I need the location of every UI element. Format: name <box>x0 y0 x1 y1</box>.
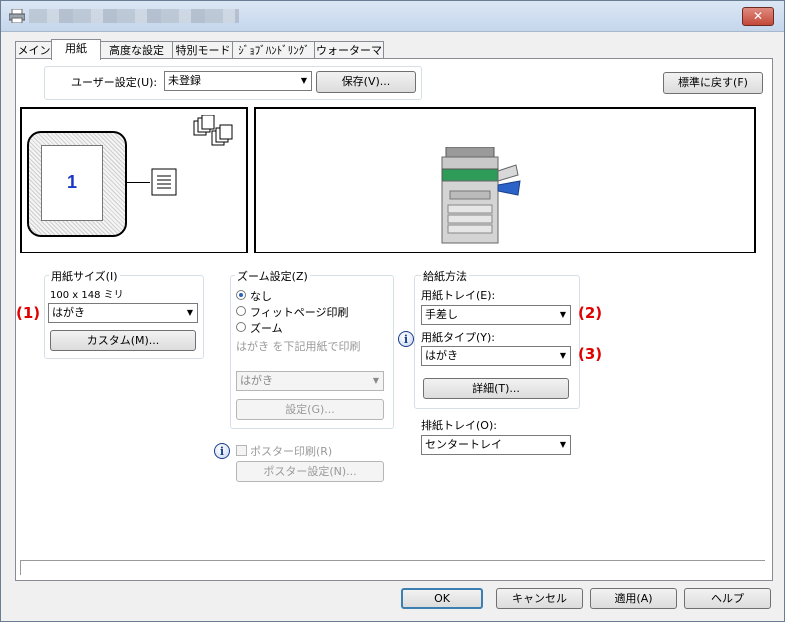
tab-watermark[interactable]: ウォーターマーク <box>314 41 384 74</box>
printer-preview <box>254 107 756 253</box>
connector-line <box>125 182 150 183</box>
paper-frame: 1 <box>27 131 127 237</box>
fit-page-radio[interactable] <box>236 306 246 316</box>
output-tray-label: 排紙トレイ(O): <box>421 419 497 432</box>
tab-main[interactable]: メイン <box>15 41 53 59</box>
page-number: 1 <box>66 172 77 192</box>
paper-type-value: はがき <box>425 349 458 362</box>
zoom-note: はがき を下記用紙で印刷 <box>236 340 361 353</box>
printer-machine-icon <box>441 147 521 244</box>
output-document-icon <box>151 168 177 196</box>
printer-properties-dialog: ✕ メイン 用紙 高度な設定 特別モード ｼﾞｮﾌﾞﾊﾝﾄﾞﾘﾝｸﾞ ウォーター… <box>0 0 785 622</box>
custom-size-button[interactable]: カスタム(M)... <box>50 330 196 351</box>
tab-advanced[interactable]: 高度な設定 <box>99 41 174 59</box>
chevron-down-icon: ▼ <box>559 351 566 360</box>
details-button[interactable]: 詳細(T)... <box>423 378 569 399</box>
paper-layout-preview: 1 <box>20 107 248 253</box>
paper-dimensions: 100 x 148 ミリ <box>50 290 124 301</box>
marker-1: (1) <box>16 304 41 322</box>
user-setting-value: 未登録 <box>168 74 201 87</box>
ok-button[interactable]: OK <box>401 588 483 609</box>
paper-tray-select[interactable]: 手差し ▼ <box>421 305 571 325</box>
paper-size-select[interactable]: はがき ▼ <box>48 303 198 323</box>
zoom-label: ズーム <box>250 322 283 335</box>
status-strip <box>20 560 765 575</box>
info-icon[interactable]: i <box>398 331 414 347</box>
tab-paper[interactable]: 用紙 <box>51 39 101 60</box>
tab-special-mode[interactable]: 特別モード <box>172 41 234 59</box>
fit-page-label: フィットページ印刷 <box>250 306 349 319</box>
save-button[interactable]: 保存(V)... <box>316 71 416 93</box>
apply-button[interactable]: 適用(A) <box>590 588 677 609</box>
chevron-down-icon: ▼ <box>186 308 193 317</box>
paper-feed-group-label: 給紙方法 <box>421 268 469 284</box>
output-tray-value: センタートレイ <box>425 438 502 451</box>
close-button[interactable]: ✕ <box>742 7 774 26</box>
tab-job-handling[interactable]: ｼﾞｮﾌﾞﾊﾝﾄﾞﾘﾝｸﾞ <box>232 41 316 59</box>
user-setting-label: ユーザー設定(U): <box>71 76 158 89</box>
paper-tray-label: 用紙トレイ(E): <box>421 289 496 302</box>
paper-type-select[interactable]: はがき ▼ <box>421 346 571 366</box>
chevron-down-icon: ▼ <box>372 376 379 385</box>
printer-icon <box>9 9 25 23</box>
help-button[interactable]: ヘルプ <box>684 588 771 609</box>
poster-print-checkbox[interactable] <box>236 445 247 456</box>
paper-type-label: 用紙タイプ(Y): <box>421 331 496 344</box>
title-bar: ✕ <box>1 1 784 32</box>
paper-sheet: 1 <box>41 145 103 221</box>
paper-tray-value: 手差し <box>425 308 458 321</box>
zoom-target-select[interactable]: はがき ▼ <box>236 371 384 391</box>
output-tray-select[interactable]: センタートレイ ▼ <box>421 435 571 455</box>
marker-3: (3) <box>578 345 603 363</box>
chevron-down-icon: ▼ <box>300 76 307 85</box>
poster-settings-button[interactable]: ポスター設定(N)... <box>236 461 384 482</box>
reset-default-button[interactable]: 標準に戻す(F) <box>663 72 763 94</box>
chevron-down-icon: ▼ <box>559 440 566 449</box>
poster-print-label: ポスター印刷(R) <box>250 445 333 458</box>
paper-size-value: はがき <box>52 306 85 319</box>
paper-size-group-label: 用紙サイズ(I) <box>49 268 120 284</box>
zoom-radio[interactable] <box>236 322 246 332</box>
chevron-down-icon: ▼ <box>559 310 566 319</box>
zoom-group-label: ズーム設定(Z) <box>235 268 310 284</box>
zoom-target-value: はがき <box>240 374 273 387</box>
zoom-settings-button[interactable]: 設定(G)... <box>236 399 384 420</box>
info-icon[interactable]: i <box>214 443 230 459</box>
window-title-redacted <box>29 9 239 23</box>
cancel-button[interactable]: キャンセル <box>496 588 583 609</box>
zoom-none-label: なし <box>250 290 272 303</box>
collate-copies-icon <box>193 115 233 146</box>
paper-tab-panel: ユーザー設定(U): 未登録 ▼ 保存(V)... 標準に戻す(F) 1 用紙サ… <box>15 58 773 581</box>
marker-2: (2) <box>578 304 603 322</box>
zoom-none-radio[interactable] <box>236 290 246 300</box>
user-setting-select[interactable]: 未登録 ▼ <box>164 71 312 91</box>
